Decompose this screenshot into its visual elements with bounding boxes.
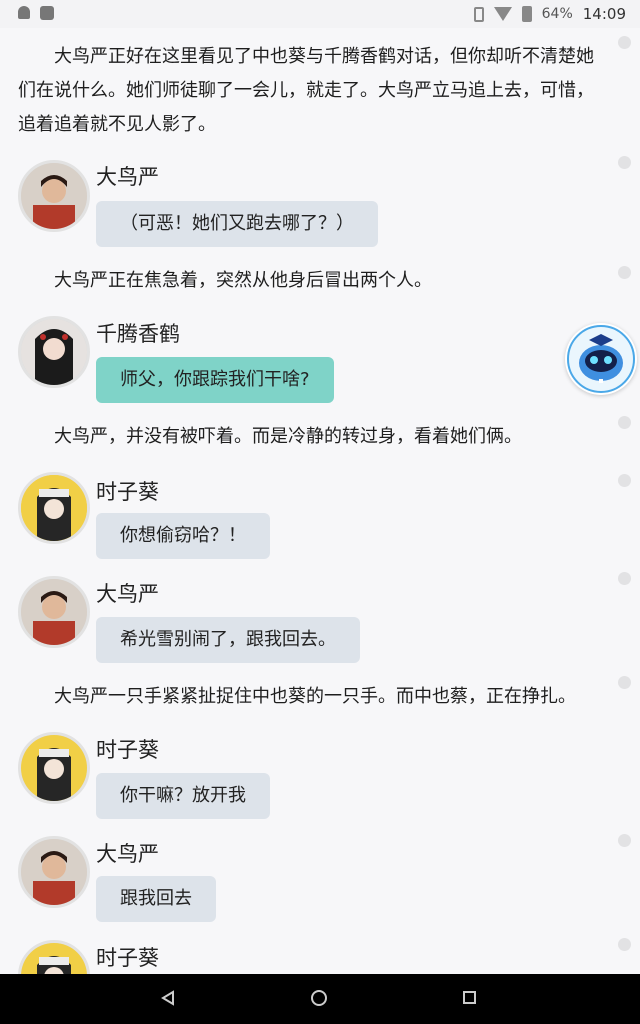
vibrate-icon xyxy=(473,6,484,22)
battery-percent: 64% xyxy=(541,6,573,22)
status-right: 64% 14:09 xyxy=(473,5,626,23)
message-bubble[interactable]: 希光雪别闹了，跟我回去。 xyxy=(96,617,360,663)
avatar-danaoyan[interactable] xyxy=(18,160,90,232)
avatar-shiziku[interactable] xyxy=(18,940,90,974)
scroll-dot xyxy=(618,572,631,585)
navigation-bar xyxy=(0,974,640,1024)
scroll-dot xyxy=(618,36,631,49)
narration-intro: 大鸟严正好在这里看见了中也葵与千腾香鹤对话，但你却听不清楚她们在说什么。她们师徒… xyxy=(18,46,594,135)
status-left xyxy=(18,6,54,20)
message-bubble[interactable]: 师父，你跟踪我们干啥? xyxy=(96,357,334,403)
scroll-dot xyxy=(618,266,631,279)
speaker-name: 千腾香鹤 xyxy=(96,322,180,346)
narration: 大鸟严一只手紧紧扯捉住中也葵的一只手。而中也蔡，正在挣扎。 xyxy=(54,686,576,707)
robot-icon xyxy=(567,325,635,393)
status-bar: 64% 14:09 xyxy=(0,0,640,28)
story-content[interactable]: 大鸟严正好在这里看见了中也葵与千腾香鹤对话，但你却听不清楚她们在说什么。她们师徒… xyxy=(0,28,640,974)
recent-apps-icon[interactable] xyxy=(463,991,476,1004)
avatar-danaoyan[interactable] xyxy=(18,576,90,648)
narration: 大鸟严正在焦急着，突然从他身后冒出两个人。 xyxy=(54,270,432,291)
battery-icon xyxy=(521,6,532,22)
avatar-shiziku[interactable] xyxy=(18,732,90,804)
speaker-name: 大鸟严 xyxy=(96,842,159,866)
speaker-name: 大鸟严 xyxy=(96,582,159,606)
back-icon[interactable] xyxy=(160,990,176,1006)
speaker-name: 大鸟严 xyxy=(96,165,159,189)
narration: 大鸟严，并没有被吓着。而是冷静的转过身，看着她们俩。 xyxy=(54,426,522,447)
speaker-name: 时子葵 xyxy=(96,480,159,504)
scroll-dot xyxy=(618,474,631,487)
speaker-name: 时子葵 xyxy=(96,946,159,970)
notification-bell-icon xyxy=(18,6,30,19)
avatar-shiziku[interactable] xyxy=(18,472,90,544)
speaker-name: 时子葵 xyxy=(96,738,159,762)
message-bubble[interactable]: 跟我回去 xyxy=(96,876,216,922)
assistant-robot-button[interactable] xyxy=(565,323,637,395)
avatar-qiantengxianghe[interactable] xyxy=(18,316,90,388)
clock: 14:09 xyxy=(582,5,626,23)
scroll-dot xyxy=(618,156,631,169)
image-icon xyxy=(40,6,54,20)
message-bubble[interactable]: 你干嘛？放开我 xyxy=(96,773,270,819)
scroll-dot xyxy=(618,834,631,847)
message-bubble[interactable]: 你想偷窃哈？！ xyxy=(96,513,270,559)
message-bubble[interactable]: （可恶！她们又跑去哪了？） xyxy=(96,201,378,247)
scroll-dot xyxy=(618,416,631,429)
avatar-danaoyan[interactable] xyxy=(18,836,90,908)
scroll-dot xyxy=(618,938,631,951)
scroll-dot xyxy=(618,676,631,689)
wifi-icon xyxy=(493,7,512,21)
home-icon[interactable] xyxy=(311,990,327,1006)
